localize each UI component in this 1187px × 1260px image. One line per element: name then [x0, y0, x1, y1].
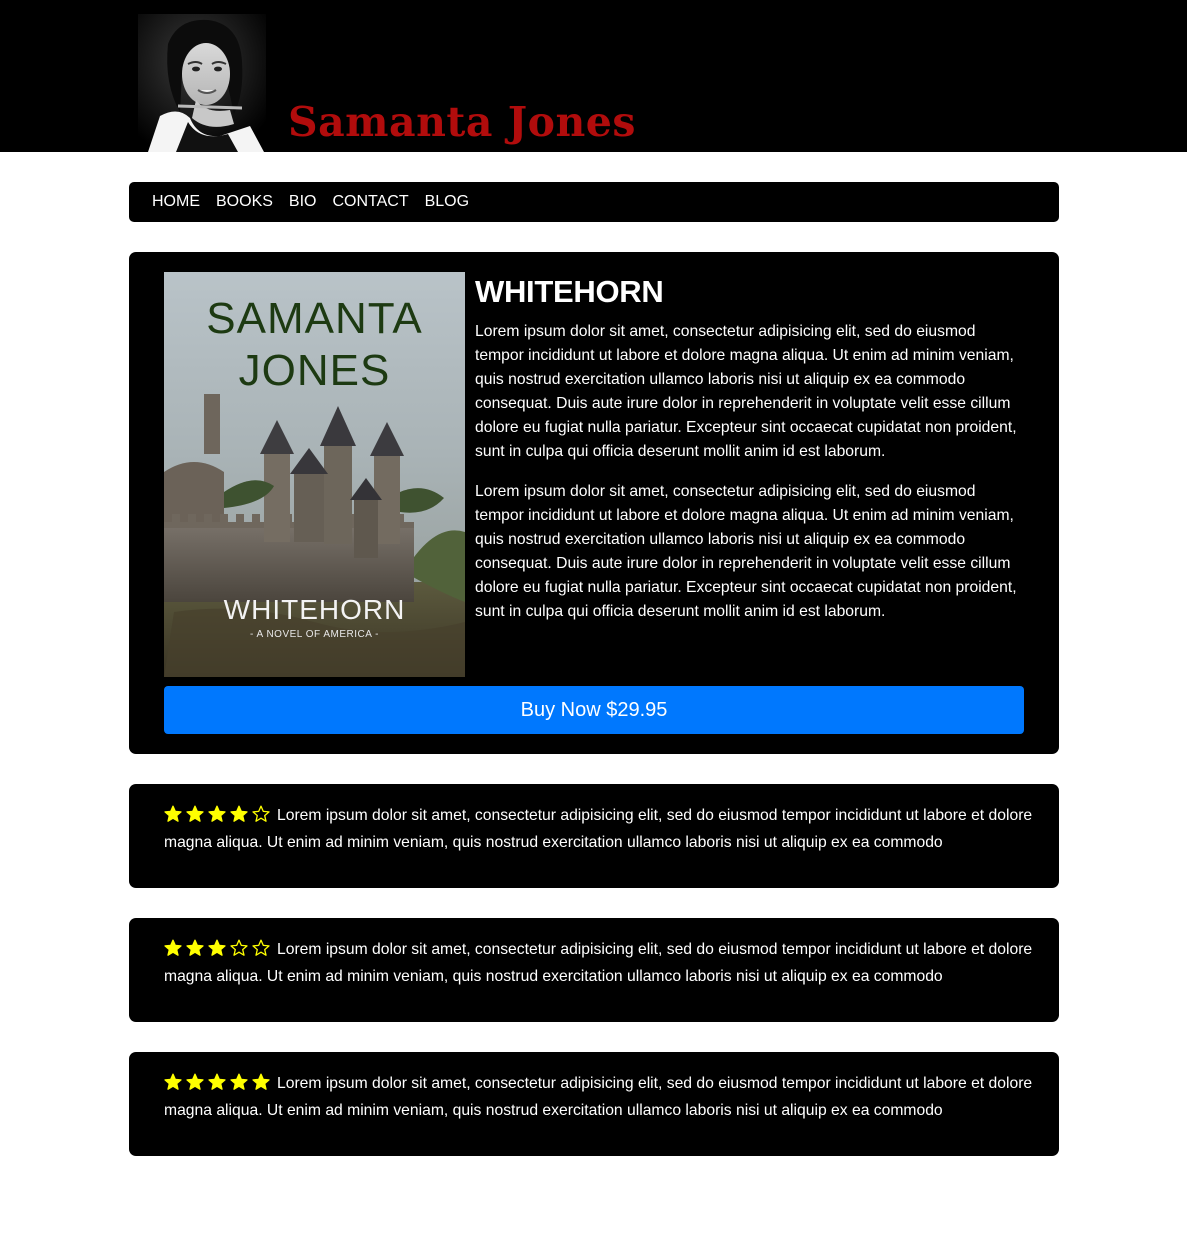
book-info: WHITEHORN Lorem ipsum dolor sit amet, co…: [475, 272, 1025, 624]
review-text: Lorem ipsum dolor sit amet, consectetur …: [164, 1075, 1033, 1119]
review-body: Lorem ipsum dolor sit amet, consectetur …: [164, 938, 1034, 989]
star-filled-icon: [230, 805, 248, 823]
star-filled-icon: [164, 1073, 182, 1091]
main-nav: HOME BOOKS BIO CONTACT BLOG: [129, 182, 1059, 222]
star-rating: [164, 805, 274, 831]
star-filled-icon: [164, 939, 182, 957]
star-filled-icon: [208, 1073, 226, 1091]
star-outline-icon: [252, 805, 270, 823]
book-panel: SAMANTA JONES WHITEHORN - A NOVEL OF AME…: [129, 252, 1059, 754]
star-filled-icon: [186, 1073, 204, 1091]
review-text: Lorem ipsum dolor sit amet, consectetur …: [164, 941, 1033, 985]
author-name-title: Samanta Jones: [288, 98, 636, 146]
cover-subtitle: - A NOVEL OF AMERICA -: [250, 629, 379, 640]
star-rating: [164, 1073, 274, 1099]
star-outline-icon: [230, 939, 248, 957]
star-filled-icon: [186, 939, 204, 957]
site-header: Samanta Jones: [0, 0, 1187, 152]
star-filled-icon: [164, 805, 182, 823]
cover-book-title: WHITEHORN: [223, 594, 406, 625]
review-text: Lorem ipsum dolor sit amet, consectetur …: [164, 807, 1033, 851]
star-filled-icon: [208, 939, 226, 957]
star-filled-icon: [230, 1073, 248, 1091]
cover-author-line-1: SAMANTA: [206, 294, 423, 343]
review-card: Lorem ipsum dolor sit amet, consectetur …: [129, 918, 1059, 1022]
nav-item-bio[interactable]: BIO: [289, 182, 317, 222]
nav-item-blog[interactable]: BLOG: [425, 182, 469, 222]
review-card: Lorem ipsum dolor sit amet, consectetur …: [129, 784, 1059, 888]
star-outline-icon: [252, 939, 270, 957]
book-description-2: Lorem ipsum dolor sit amet, consectetur …: [475, 483, 1017, 620]
book-title: WHITEHORN: [475, 274, 664, 309]
nav-item-contact[interactable]: CONTACT: [332, 182, 408, 222]
star-filled-icon: [252, 1073, 270, 1091]
review-body: Lorem ipsum dolor sit amet, consectetur …: [164, 1072, 1034, 1123]
nav-item-books[interactable]: BOOKS: [216, 182, 273, 222]
cover-author-line-2: JONES: [238, 346, 391, 395]
book-cover: SAMANTA JONES WHITEHORN - A NOVEL OF AME…: [164, 272, 465, 677]
star-filled-icon: [186, 805, 204, 823]
star-rating: [164, 939, 274, 965]
buy-now-button[interactable]: Buy Now $29.95: [164, 686, 1024, 734]
book-description-1: Lorem ipsum dolor sit amet, consectetur …: [475, 323, 1017, 460]
author-photo: [138, 14, 266, 152]
nav-item-home[interactable]: HOME: [152, 182, 200, 222]
review-body: Lorem ipsum dolor sit amet, consectetur …: [164, 804, 1034, 855]
review-card: Lorem ipsum dolor sit amet, consectetur …: [129, 1052, 1059, 1156]
star-filled-icon: [208, 805, 226, 823]
